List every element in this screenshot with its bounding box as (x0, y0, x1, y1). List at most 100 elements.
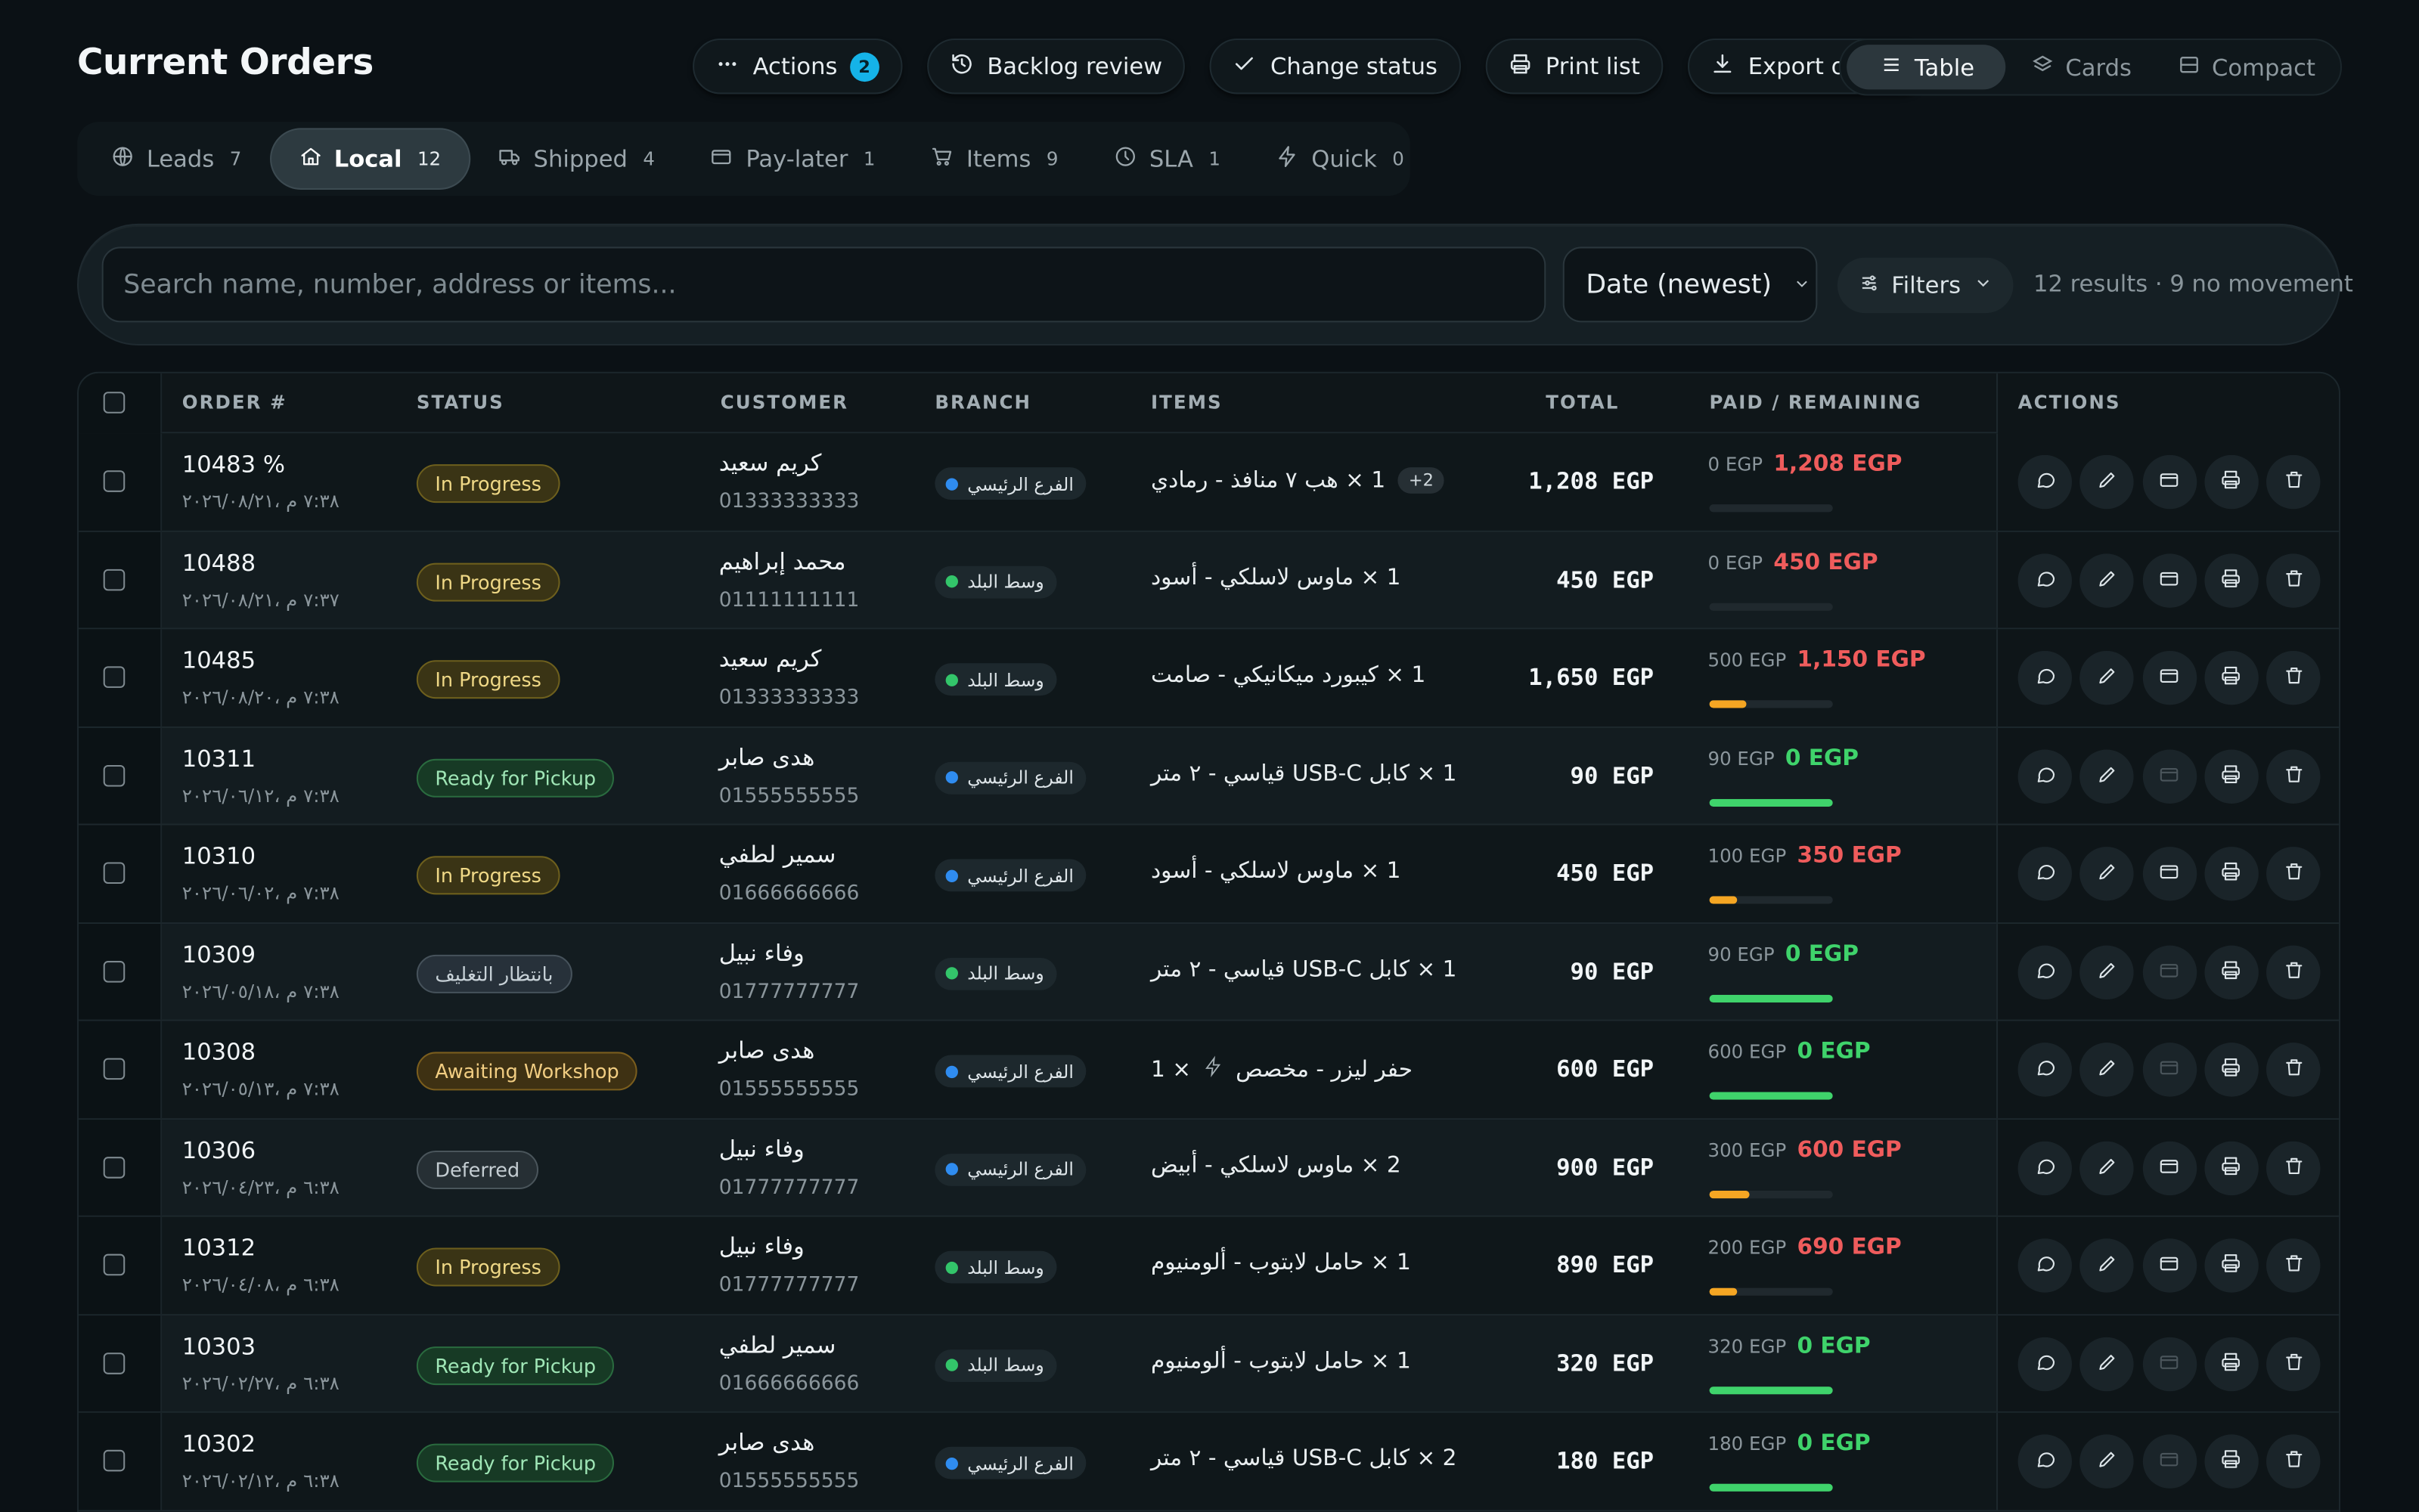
status-badge[interactable]: In Progress (416, 660, 560, 699)
tab-pay-later[interactable]: Pay-later 1 (683, 128, 903, 190)
row-checkbox[interactable] (103, 568, 126, 590)
comment-button[interactable] (2017, 847, 2072, 901)
table-row[interactable]: 10302 ٦:٣٨ م ،٢٠٢٦/٠٢/١٢ Ready for Pickup ه… (79, 1412, 2339, 1511)
status-badge[interactable]: In Progress (416, 562, 560, 601)
status-badge[interactable]: Ready for Pickup (416, 758, 615, 797)
print-button[interactable] (2204, 748, 2259, 803)
delete-button[interactable] (2266, 1434, 2321, 1489)
comment-button[interactable] (2017, 454, 2072, 510)
order-number[interactable]: 10312 (182, 1234, 256, 1262)
payment-button[interactable] (2142, 454, 2197, 510)
edit-button[interactable] (2079, 1434, 2135, 1489)
order-number[interactable]: 10303 (182, 1332, 256, 1360)
header-customer[interactable]: CUSTOMER (721, 392, 848, 414)
view-cards-button[interactable]: Cards (2011, 45, 2151, 89)
row-checkbox[interactable] (103, 1058, 126, 1080)
print-button[interactable] (2204, 944, 2259, 999)
status-badge[interactable]: Ready for Pickup (416, 1346, 615, 1385)
status-badge[interactable]: In Progress (416, 464, 560, 503)
header-total[interactable]: TOTAL (1546, 392, 1619, 414)
delete-button[interactable] (2266, 748, 2321, 803)
delete-button[interactable] (2266, 650, 2321, 705)
table-row[interactable]: 10309 ٧:٣٨ م ،٢٠٢٦/٠٥/١٨ بانتظار التغليف وف… (79, 923, 2339, 1021)
change-status-button[interactable]: Change status (1210, 39, 1461, 94)
edit-button[interactable] (2079, 454, 2135, 510)
edit-button[interactable] (2079, 1043, 2135, 1097)
tab-quick[interactable]: Quick 0 (1248, 128, 1432, 190)
comment-button[interactable] (2017, 748, 2072, 803)
sort-select[interactable]: Date (newest) (1562, 246, 1818, 323)
delete-button[interactable] (2266, 1238, 2321, 1293)
order-number[interactable]: 10485 (182, 646, 256, 674)
edit-button[interactable] (2079, 650, 2135, 705)
edit-button[interactable] (2079, 944, 2135, 999)
table-row[interactable]: 10483 % ٧:٣٨ م ،٢٠٢٦/٠٨/٢١ In Progress كريم… (79, 433, 2339, 531)
edit-button[interactable] (2079, 553, 2135, 607)
payment-button[interactable] (2142, 847, 2197, 901)
edit-button[interactable] (2079, 748, 2135, 803)
status-badge[interactable]: Deferred (416, 1149, 538, 1188)
print-button[interactable] (2204, 847, 2259, 901)
header-branch[interactable]: BRANCH (935, 392, 1031, 414)
order-number[interactable]: 10306 (182, 1136, 256, 1164)
comment-button[interactable] (2017, 650, 2072, 705)
tab-local[interactable]: Local 12 (269, 128, 470, 190)
delete-button[interactable] (2266, 847, 2321, 901)
edit-button[interactable] (2079, 1140, 2135, 1195)
row-checkbox[interactable] (103, 470, 126, 492)
payment-button[interactable] (2142, 553, 2197, 607)
print-button[interactable] (2204, 1336, 2259, 1391)
order-number[interactable]: 10308 (182, 1038, 256, 1066)
view-table-button[interactable]: Table (1847, 45, 2005, 90)
delete-button[interactable] (2266, 553, 2321, 607)
comment-button[interactable] (2017, 944, 2072, 999)
tab-items[interactable]: Items 9 (903, 128, 1086, 190)
table-row[interactable]: 10308 ٧:٣٨ م ،٢٠٢٦/٠٥/١٣ Awaiting Workshop… (79, 1021, 2339, 1120)
status-badge[interactable]: In Progress (416, 856, 560, 895)
table-row[interactable]: 10310 ٧:٣٨ م ،٢٠٢٦/٠٦/٠٢ In Progress سمير ل… (79, 825, 2339, 924)
delete-button[interactable] (2266, 1043, 2321, 1097)
header-order[interactable]: ORDER # (182, 392, 287, 414)
delete-button[interactable] (2266, 1140, 2321, 1195)
order-number[interactable]: 10483 % (182, 451, 285, 479)
more-items-badge[interactable]: +2 (1397, 467, 1445, 494)
order-number[interactable]: 10302 (182, 1430, 256, 1458)
print-button[interactable] (2204, 1238, 2259, 1293)
status-badge[interactable]: Ready for Pickup (416, 1443, 615, 1483)
table-row[interactable]: 10303 ٦:٣٨ م ،٢٠٢٦/٠٢/٢٧ Ready for Pickup س… (79, 1315, 2339, 1413)
row-checkbox[interactable] (103, 1352, 126, 1374)
tab-shipped[interactable]: Shipped 4 (470, 128, 683, 190)
row-checkbox[interactable] (103, 1156, 126, 1178)
actions-button[interactable]: Actions 2 (693, 39, 903, 94)
order-number[interactable]: 10311 (182, 744, 256, 772)
table-row[interactable]: 10306 ٦:٣٨ م ،٢٠٢٦/٠٤/٢٣ Deferred وفاء نبيل… (79, 1119, 2339, 1217)
row-checkbox[interactable] (103, 960, 126, 982)
payment-button[interactable] (2142, 1140, 2197, 1195)
print-button[interactable] (2204, 1140, 2259, 1195)
payment-button[interactable] (2142, 650, 2197, 705)
payment-button[interactable] (2142, 748, 2197, 803)
select-all-checkbox[interactable] (103, 392, 126, 414)
delete-button[interactable] (2266, 454, 2321, 510)
print-button[interactable] (2204, 1043, 2259, 1097)
tab-leads[interactable]: Leads 7 (83, 128, 269, 190)
table-row[interactable]: 10311 ٧:٣٨ م ،٢٠٢٦/٠٦/١٢ Ready for Pickup ه… (79, 727, 2339, 826)
header-paid-remaining[interactable]: PAID / REMAINING (1710, 392, 1922, 414)
print-button[interactable] (2204, 650, 2259, 705)
comment-button[interactable] (2017, 553, 2072, 607)
edit-button[interactable] (2079, 847, 2135, 901)
print-list-button[interactable]: Print list (1485, 39, 1664, 94)
table-row[interactable]: 10312 ٦:٣٨ م ،٢٠٢٦/٠٤/٠٨ In Progress وفاء ن… (79, 1216, 2339, 1315)
view-compact-button[interactable]: Compact (2158, 45, 2336, 89)
comment-button[interactable] (2017, 1043, 2072, 1097)
edit-button[interactable] (2079, 1238, 2135, 1293)
print-button[interactable] (2204, 454, 2259, 510)
row-checkbox[interactable] (103, 1449, 126, 1472)
payment-button[interactable] (2142, 1434, 2197, 1489)
delete-button[interactable] (2266, 1336, 2321, 1391)
status-badge[interactable]: بانتظار التغليف (416, 953, 572, 993)
payment-button[interactable] (2142, 1238, 2197, 1293)
comment-button[interactable] (2017, 1238, 2072, 1293)
comment-button[interactable] (2017, 1140, 2072, 1195)
order-number[interactable]: 10488 (182, 548, 256, 576)
